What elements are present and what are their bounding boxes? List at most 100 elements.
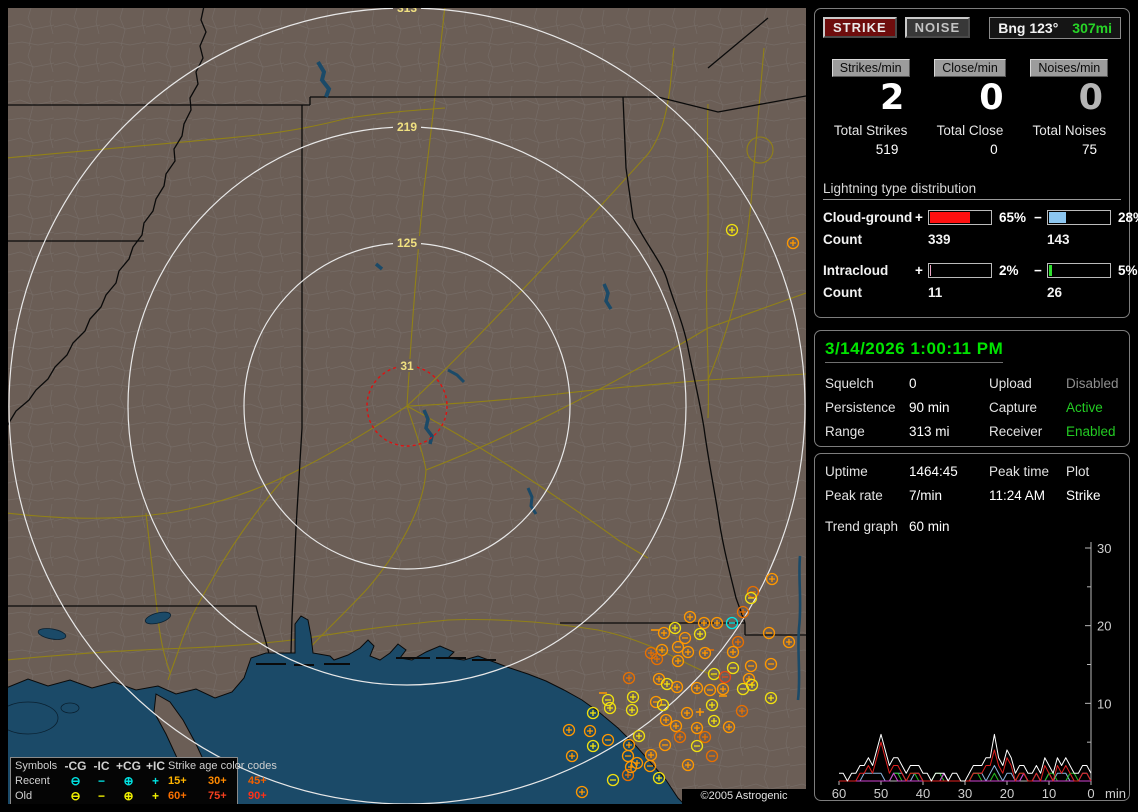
legend-col-pcg: +CG [115, 759, 141, 773]
strike-button[interactable]: STRIKE [823, 17, 897, 38]
svg-text:20: 20 [1000, 786, 1014, 801]
ic-negative-bar [1047, 263, 1111, 278]
intracloud-count-row: Count 11 26 [823, 285, 1121, 300]
uptime-label: Uptime [825, 464, 868, 479]
receiver-status: Enabled [1066, 424, 1116, 439]
noises-per-min-value: 0 [1078, 78, 1103, 118]
trend-graph: 10 20 30 60 50 40 30 20 10 0 min [832, 541, 1126, 801]
legend-col-nic: -IC [93, 759, 110, 773]
minus-sign: − [1034, 210, 1042, 225]
noises-column: Noises/min 0 Total Noises 75 [1022, 59, 1117, 157]
legend-col-ncg: -CG [64, 759, 87, 773]
cg-positive-pct: 65% [999, 210, 1027, 225]
legend-age-value: 45+ [248, 775, 267, 787]
svg-text:10: 10 [1097, 696, 1111, 711]
svg-text:30: 30 [958, 786, 972, 801]
legend-symbol-icon: ⊖ [70, 789, 81, 803]
cg-positive-bar [928, 210, 992, 225]
ic-positive-bar [928, 263, 992, 278]
ic-positive-count: 11 [928, 285, 943, 300]
legend-row-old: Old ⊖ − ⊕ +60+ 75+ 90+ [15, 789, 267, 804]
close-per-min-value: 0 [979, 78, 1004, 118]
cg-negative-pct: 28% [1118, 210, 1138, 225]
legend-age-value: 15+ [168, 775, 187, 787]
total-strikes-value: 519 [875, 142, 899, 157]
legend-age-value: 30+ [208, 775, 227, 787]
noise-button[interactable]: NOISE [904, 17, 971, 38]
total-noises-value: 75 [1081, 142, 1097, 157]
total-close-label: Total Close [936, 123, 1004, 138]
strike-stats-panel: STRIKE NOISE Bng 123° 307mi Strikes/min 2… [814, 8, 1138, 318]
datetime-display: 3/14/2026 1:00:11 PM [825, 339, 1004, 363]
map-canvas[interactable]: 313 219 125 31 Symbols -CG -IC +CG +IC Stri… [8, 8, 806, 804]
capture-status: Active [1066, 400, 1103, 415]
legend-symbol-icon: + [151, 789, 159, 803]
svg-text:50: 50 [874, 786, 888, 801]
legend-age-value: 75+ [208, 790, 227, 802]
receiver-label: Receiver [989, 424, 1043, 439]
map-art: 313 219 125 31 [8, 8, 806, 804]
legend-symbol-icon: − [97, 789, 105, 803]
trend-graph-label: Trend graph [825, 519, 899, 534]
svg-text:0: 0 [1087, 786, 1094, 801]
ic-negative-count: 26 [1047, 285, 1063, 300]
total-close-value: 0 [990, 142, 998, 157]
legend-symbol-icon: + [151, 774, 159, 788]
cg-negative-count: 143 [1047, 232, 1070, 247]
svg-text:31: 31 [400, 359, 414, 373]
legend-age-value: 60+ [168, 790, 187, 802]
legend-symbol-icon: ⊕ [123, 774, 134, 788]
intracloud-row: Intracloud + 2% − 5% [823, 263, 1138, 278]
squelch-value: 0 [909, 376, 917, 391]
bearing-label: Bng 123° [998, 20, 1059, 36]
legend-symbol-icon: ⊕ [123, 789, 134, 803]
peak-time-value: 11:24 AM [989, 488, 1046, 503]
strikes-per-min-value: 2 [879, 78, 905, 118]
count-label: Count [823, 232, 862, 247]
intracloud-label: Intracloud [823, 263, 889, 278]
svg-text:30: 30 [1097, 541, 1111, 556]
upload-status: Disabled [1066, 376, 1119, 391]
bearing-readout: Bng 123° 307mi [989, 17, 1121, 39]
svg-text:125: 125 [397, 236, 417, 250]
cloud-ground-row: Cloud-ground + 65% − 28% [823, 210, 1138, 225]
total-noises-label: Total Noises [1032, 123, 1107, 138]
peak-rate-label: Peak rate [825, 488, 883, 503]
distribution-title: Lightning type distribution [823, 181, 1121, 200]
legend-row-recent: Recent ⊖ − ⊕ +15+ 30+ 45+ [15, 774, 267, 789]
squelch-label: Squelch [825, 376, 874, 391]
svg-text:20: 20 [1097, 619, 1111, 634]
range-label: Range [825, 424, 865, 439]
copyright-label: ©2005 Astrogenic Systems [682, 789, 806, 804]
svg-text:10: 10 [1042, 786, 1056, 801]
range-value: 313 mi [909, 424, 950, 439]
peak-rate-value: 7/min [909, 488, 943, 503]
persistence-label: Persistence [825, 400, 896, 415]
svg-text:40: 40 [916, 786, 930, 801]
minus-sign: − [1034, 263, 1042, 278]
total-strikes-label: Total Strikes [833, 123, 908, 138]
noises-per-min-chip: Noises/min [1030, 59, 1109, 77]
legend-symbols-title: Symbols [15, 760, 58, 772]
count-label: Count [823, 285, 862, 300]
svg-text:219: 219 [397, 120, 417, 134]
legend-symbol-icon: ⊖ [70, 774, 81, 788]
system-status-panel: 3/14/2026 1:00:11 PM Squelch 0 Upload Di… [814, 330, 1130, 447]
ic-negative-pct: 5% [1118, 263, 1138, 278]
app-window: { "header": { "strike_button": "STRIKE",… [0, 0, 1138, 812]
uptime-value: 1464:45 [909, 464, 958, 479]
bearing-range: 307mi [1072, 20, 1112, 36]
symbol-legend: Symbols -CG -IC +CG +IC Strike age color… [10, 757, 277, 804]
capture-label: Capture [989, 400, 1038, 415]
svg-text:min: min [1105, 786, 1126, 801]
legend-col-pic: +IC [145, 759, 165, 773]
cloud-ground-label: Cloud-ground [823, 210, 913, 225]
plot-label: Plot [1066, 464, 1090, 479]
trend-panel: Uptime 1464:45 Peak time Plot Peak rate … [814, 453, 1130, 801]
plot-mode-value: Strike [1066, 488, 1101, 503]
close-column: Close/min 0 Total Close 0 [922, 59, 1017, 157]
legend-age-title: Strike age color codes [168, 760, 277, 772]
persistence-value: 90 min [909, 400, 950, 415]
strikes-per-min-chip: Strikes/min [831, 59, 910, 77]
cloud-ground-count-row: Count 339 143 [823, 232, 1121, 247]
